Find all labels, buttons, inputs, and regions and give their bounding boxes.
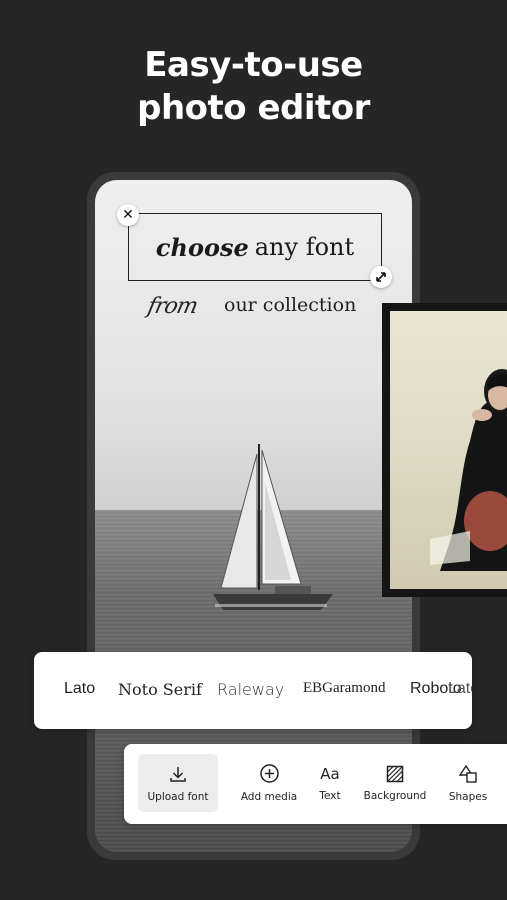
background-icon: [386, 765, 404, 782]
upload-font-label: Upload font: [147, 790, 209, 803]
font-option-lato-2[interactable]: Lato: [448, 680, 472, 698]
headline-line-1: Easy-to-use: [144, 45, 363, 85]
background-label: Background: [363, 789, 427, 802]
add-media-label: Add media: [240, 791, 298, 803]
text-icon: Aa: [320, 764, 340, 783]
font-option-ebgaramond[interactable]: EBGaramond: [303, 680, 385, 697]
font-title[interactable]: choose any font: [129, 214, 381, 280]
font-title-rest: any font: [254, 233, 355, 261]
add-media-button[interactable]: Add media: [232, 754, 306, 812]
font-option-raleway[interactable]: Raleway: [217, 680, 284, 699]
font-title-italic: choose: [155, 232, 249, 262]
plus-circle-icon: [259, 764, 279, 783]
download-icon: [170, 766, 186, 782]
close-icon[interactable]: ✕: [117, 204, 139, 226]
editor-toolbar: Upload font Add media Aa Text Background…: [124, 744, 507, 824]
shapes-button[interactable]: Shapes: [442, 754, 494, 812]
text-selection-box[interactable]: choose any font: [128, 213, 382, 281]
shapes-label: Shapes: [448, 790, 488, 803]
photo-image: [390, 311, 507, 589]
font-picker: Lato Noto Serif Raleway EBGaramond Robot…: [34, 652, 472, 729]
subtitle-script: from: [145, 294, 200, 319]
background-button[interactable]: Background: [358, 754, 432, 812]
resize-icon[interactable]: [370, 266, 392, 288]
sailboat-image: [213, 444, 333, 610]
person-image: [430, 369, 507, 571]
subtitle-text[interactable]: from our collection: [145, 292, 388, 324]
font-option-noto-serif[interactable]: Noto Serif: [118, 680, 202, 699]
text-label: Text: [319, 789, 341, 802]
headline: Easy-to-use photo editor: [0, 44, 507, 130]
subtitle-rest: our collection: [224, 294, 357, 316]
photo-layer[interactable]: [382, 303, 507, 597]
upload-font-button[interactable]: Upload font: [138, 754, 218, 812]
shapes-icon: [458, 764, 477, 783]
headline-line-2: photo editor: [137, 88, 370, 128]
font-option-lato[interactable]: Lato: [64, 680, 95, 698]
text-button[interactable]: Aa Text: [310, 754, 350, 812]
